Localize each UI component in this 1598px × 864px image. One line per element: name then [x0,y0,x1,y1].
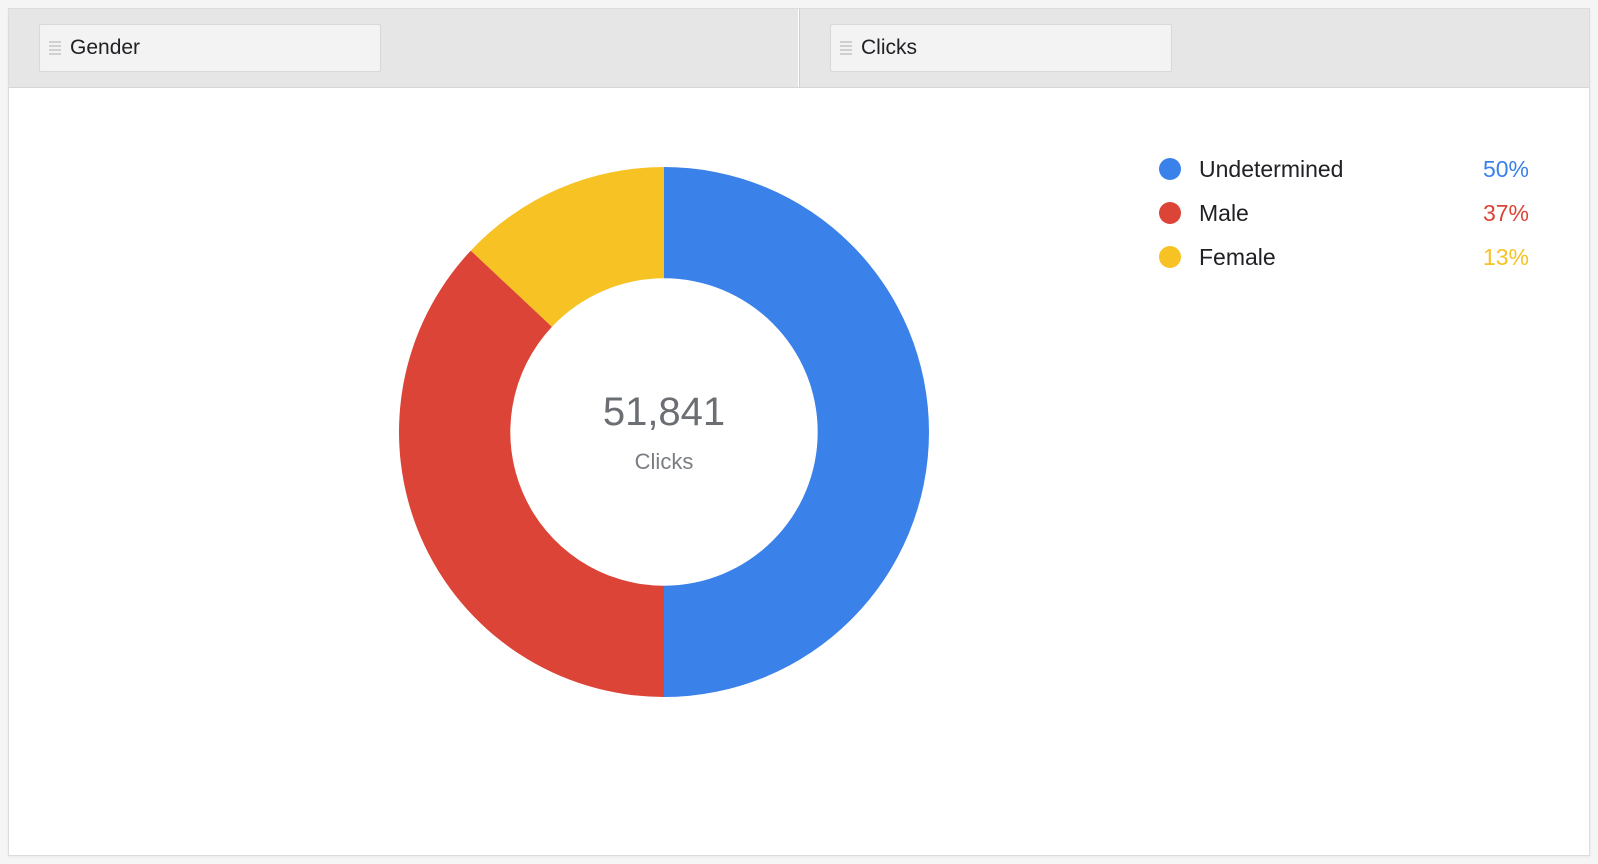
donut-slice[interactable] [399,251,664,697]
donut-svg [379,147,949,717]
donut-slice[interactable] [664,167,929,697]
header-bar: Gender Clicks [9,9,1589,88]
legend: Undetermined50%Male37%Female13% [1159,147,1529,279]
dimension-label: Gender [70,36,140,60]
legend-name: Undetermined [1199,156,1459,183]
legend-percent: 50% [1459,156,1529,183]
legend-swatch [1159,158,1181,180]
drag-grip-icon [837,41,855,55]
legend-swatch [1159,246,1181,268]
chart-panel: Gender Clicks 51,841 Clicks Undetermined… [8,8,1590,856]
dimension-pill[interactable]: Gender [39,24,381,72]
metric-cell: Clicks [799,9,1589,87]
legend-item[interactable]: Male37% [1159,191,1529,235]
metric-pill[interactable]: Clicks [830,24,1172,72]
legend-name: Male [1199,200,1459,227]
dimension-cell: Gender [9,9,799,87]
drag-grip-icon [46,41,64,55]
metric-label: Clicks [861,36,917,60]
donut-chart[interactable]: 51,841 Clicks [379,147,949,717]
chart-body: 51,841 Clicks Undetermined50%Male37%Fema… [9,87,1589,855]
legend-item[interactable]: Female13% [1159,235,1529,279]
legend-name: Female [1199,244,1459,271]
legend-percent: 37% [1459,200,1529,227]
legend-item[interactable]: Undetermined50% [1159,147,1529,191]
legend-swatch [1159,202,1181,224]
legend-percent: 13% [1459,244,1529,271]
